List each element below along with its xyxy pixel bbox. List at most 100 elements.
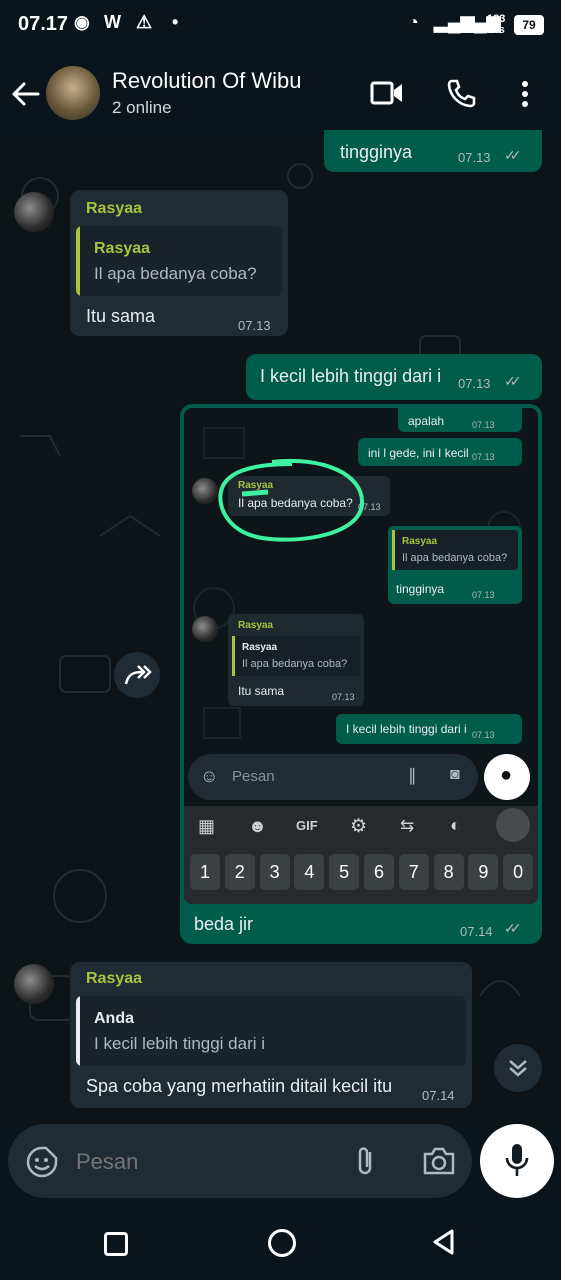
mini-text: apalah: [408, 414, 445, 428]
message-outgoing[interactable]: I kecil lebih tinggi dari i 07.13 ✓✓: [246, 354, 542, 400]
back-arrow-icon[interactable]: [10, 80, 40, 108]
number-key-row: 1234567890: [184, 852, 538, 892]
video-call-icon[interactable]: [370, 80, 404, 106]
microphone-icon: [505, 1144, 529, 1176]
mini-time: 07.13: [472, 730, 495, 740]
sender-avatar[interactable]: [14, 192, 54, 232]
screenshot-image[interactable]: apalah 07.13 ini l gede, ini I kecil 07.…: [184, 408, 538, 904]
message-time: 07.13: [458, 376, 491, 391]
sender-name[interactable]: Rasyaa: [86, 970, 142, 988]
mini-text: tingginya: [396, 582, 445, 596]
sender-name[interactable]: Rasyaa: [86, 200, 142, 218]
key-7: 7: [398, 854, 429, 890]
key-8: 8: [433, 854, 464, 890]
forward-button[interactable]: [114, 652, 160, 698]
mini-quote: Rasyaa Il apa bedanya coba?: [392, 530, 518, 570]
read-receipt-icon: ✓✓: [504, 373, 522, 389]
mini-message-outgoing: ini l gede, ini I kecil 07.13: [358, 438, 522, 466]
quoted-message[interactable]: Anda I kecil lebih tinggi dari i: [76, 996, 466, 1066]
message-time: 07.13: [458, 150, 491, 165]
read-receipt-icon: ✓✓: [504, 920, 522, 936]
chat-header: Revolution Of Wibu 2 online: [0, 52, 561, 136]
mini-text: Itu sama: [238, 684, 285, 698]
message-text: Spa coba yang merhatiin ditail kecil itu: [86, 1076, 393, 1096]
mini-quote-text: Il apa bedanya coba?: [242, 658, 348, 670]
key-0: 0: [503, 854, 534, 890]
mini-quote: Rasyaa Il apa bedanya coba?: [232, 636, 360, 676]
sender-avatar[interactable]: [14, 964, 54, 1004]
mini-camera-icon: ◙: [450, 766, 460, 783]
more-options-icon[interactable]: [520, 80, 530, 108]
key-5: 5: [329, 854, 360, 890]
read-receipt-icon: ✓✓: [504, 147, 522, 163]
mini-gif-label: GIF: [296, 818, 318, 833]
mini-attach-icon: ∥: [408, 766, 417, 785]
dot-icon: •: [172, 12, 179, 32]
quote-text: Il apa bedanya coba?: [94, 264, 257, 283]
attach-icon[interactable]: [354, 1144, 378, 1178]
home-icon[interactable]: [268, 1229, 296, 1257]
scroll-to-bottom-button[interactable]: [494, 1044, 542, 1092]
key-6: 6: [364, 854, 394, 890]
online-status: 2 online: [112, 98, 172, 117]
mini-message-outgoing: Rasyaa Il apa bedanya coba? tingginya 07…: [388, 526, 522, 604]
message-text: beda jir: [194, 914, 254, 934]
mini-avatar: [192, 616, 218, 642]
status-bar: 07.17 ◉ W ⚠ • ◔ ▂▄▆ ▂▄▆ 183 B/s 79: [0, 0, 561, 52]
message-input[interactable]: [74, 1142, 338, 1182]
message-time: 07.14: [422, 1088, 455, 1103]
mini-sticker-icon: ☻: [248, 816, 267, 836]
recent-apps-icon[interactable]: [104, 1232, 128, 1256]
wifi-icon: ◔: [408, 12, 419, 32]
highlight-circle-drawing: [218, 458, 365, 542]
key-9: 9: [468, 854, 499, 890]
mini-kbd-mic: [496, 808, 530, 842]
mini-sender: Rasyaa: [238, 620, 274, 631]
quote-author: Rasyaa: [94, 240, 151, 257]
mini-mic-button: ●: [484, 754, 530, 800]
battery-indicator: 79: [514, 15, 544, 35]
message-outgoing[interactable]: tingginya 07.13 ✓✓: [324, 130, 542, 172]
message-input-bar[interactable]: [8, 1124, 472, 1198]
mini-time: 07.13: [472, 452, 495, 462]
message-text: Itu sama: [86, 306, 156, 326]
sticker-icon[interactable]: [26, 1146, 58, 1178]
warning-icon: ⚠: [136, 12, 153, 32]
group-avatar[interactable]: [46, 66, 100, 120]
mini-text: ini l gede, ini I kecil: [368, 446, 469, 460]
key-1: 1: [190, 854, 220, 890]
voice-message-button[interactable]: [480, 1124, 554, 1198]
mini-message-outgoing: I kecil lebih tinggi dari i 07.13: [336, 714, 522, 744]
message-incoming[interactable]: Rasyaa Anda I kecil lebih tinggi dari i …: [70, 962, 472, 1108]
quote-bar: [76, 226, 80, 296]
voice-call-icon[interactable]: [446, 78, 476, 108]
mini-translate-icon: ⇆: [400, 816, 415, 835]
quoted-message[interactable]: Rasyaa Il apa bedanya coba?: [76, 226, 282, 296]
key-4: 4: [294, 854, 325, 890]
camera-icon[interactable]: [422, 1146, 456, 1176]
mini-quote-text: Il apa bedanya coba?: [402, 552, 508, 564]
mini-palette-icon: ◐: [450, 815, 461, 835]
quote-text: I kecil lebih tinggi dari i: [94, 1034, 266, 1053]
mini-message-outgoing: apalah 07.13: [398, 408, 522, 432]
key-3: 3: [259, 854, 290, 890]
mini-apps-icon: ▦: [198, 816, 216, 836]
mini-message-incoming: Rasyaa Rasyaa Il apa bedanya coba? Itu s…: [228, 614, 364, 706]
mini-time: 07.13: [472, 590, 495, 600]
message-incoming[interactable]: Rasyaa Rasyaa Il apa bedanya coba? Itu s…: [70, 190, 288, 336]
mini-keyboard: ▦ ☻ GIF ⚙ ⇆ ◐ 1234567890: [184, 806, 538, 904]
group-title[interactable]: Revolution Of Wibu: [112, 68, 302, 94]
double-chevron-down-icon: [509, 1060, 527, 1077]
mini-quote-author: Rasyaa: [402, 536, 438, 547]
discord-icon: ◉: [74, 12, 90, 32]
message-time: 07.13: [238, 318, 271, 333]
back-icon[interactable]: [430, 1228, 458, 1256]
mini-time: 07.13: [472, 420, 495, 430]
message-text: I kecil lebih tinggi dari i: [260, 366, 442, 386]
mini-emoji-icon: ☺: [200, 766, 219, 786]
mini-quote-author: Rasyaa: [242, 642, 278, 653]
status-time: 07.17: [18, 13, 69, 35]
quote-bar: [76, 996, 80, 1066]
message-time: 07.14: [460, 924, 493, 939]
key-2: 2: [224, 854, 255, 890]
